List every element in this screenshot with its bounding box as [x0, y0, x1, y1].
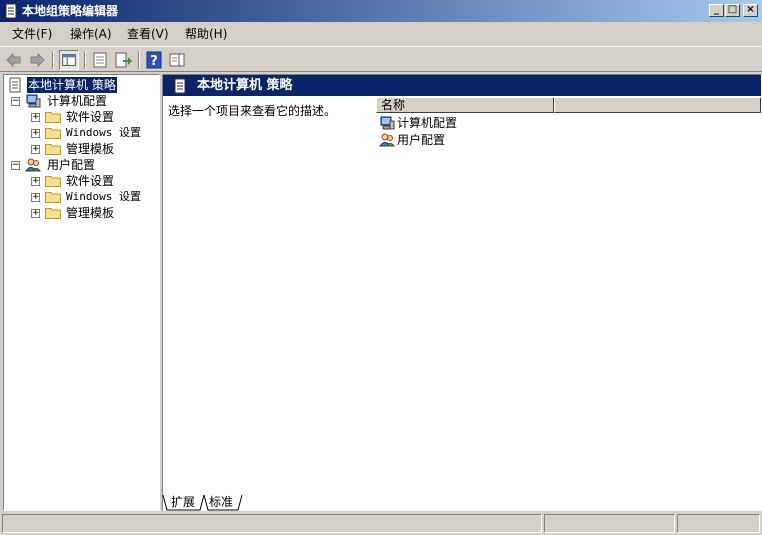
menu-bar: 文件(F) 操作(A) 查看(V) 帮助(H) [0, 23, 762, 45]
details-header: 本地计算机 策略 [163, 75, 761, 96]
column-header-name-label: 名称 [381, 98, 406, 112]
expand-toggle[interactable]: + [31, 177, 40, 186]
status-panel-main [2, 514, 542, 533]
maximize-icon: □ [727, 4, 738, 15]
window-title: 本地组策略编辑器 [22, 4, 119, 18]
menu-view[interactable]: 查看(V) [127, 27, 169, 41]
tree-label-user-config: 用户配置 [47, 158, 96, 172]
status-bar [0, 512, 762, 535]
tree-label-windows-settings: Windows 设置 [66, 126, 141, 139]
tree-label-software-settings: 软件设置 [66, 174, 115, 188]
tree-item-user-software[interactable]: + 软件设置 [4, 173, 154, 189]
expand-toggle[interactable]: + [31, 145, 40, 154]
forward-arrow-icon[interactable] [27, 50, 47, 70]
tab-extended[interactable]: 扩展 [171, 494, 195, 511]
column-header-description[interactable] [554, 97, 761, 113]
expand-toggle[interactable]: + [31, 113, 40, 122]
back-arrow-icon[interactable] [4, 50, 24, 70]
status-panel-secondary [544, 514, 675, 533]
tree-item-computer-software[interactable]: + 软件设置 [4, 109, 154, 125]
list-item-label: 用户配置 [397, 133, 446, 147]
toolbar-separator [52, 51, 54, 69]
toolbar-separator [138, 51, 140, 69]
show-hide-action-pane-icon[interactable] [167, 50, 187, 70]
tree-label-windows-settings: Windows 设置 [66, 190, 141, 203]
policy-document-icon [9, 77, 21, 93]
menu-action[interactable]: 操作(A) [70, 27, 112, 41]
tree-item-user-windows[interactable]: + Windows 设置 [4, 189, 154, 205]
folder-icon [45, 192, 61, 203]
folder-icon [45, 208, 61, 219]
minimize-button[interactable]: _ [709, 4, 724, 17]
status-panel-tertiary [677, 514, 760, 533]
properties-icon[interactable] [90, 50, 110, 70]
tree-label-software-settings: 软件设置 [66, 110, 115, 124]
collapse-toggle[interactable]: − [11, 97, 20, 106]
help-icon[interactable]: ? [144, 50, 164, 70]
toolbar-separator [84, 51, 86, 69]
menu-file[interactable]: 文件(F) [12, 27, 52, 41]
show-hide-tree-icon[interactable] [59, 50, 79, 70]
tree-label-computer-config: 计算机配置 [47, 94, 108, 108]
collapse-toggle[interactable]: − [11, 161, 20, 170]
tree-item-user-admin[interactable]: + 管理模板 [4, 205, 154, 221]
toolbar: ? [0, 46, 762, 72]
tree-label-admin-templates: 管理模板 [66, 206, 115, 220]
expand-toggle[interactable]: + [31, 193, 40, 202]
computer-icon [380, 116, 395, 130]
description-text: 选择一个项目来查看它的描述。 [168, 104, 337, 118]
menu-help[interactable]: 帮助(H) [185, 27, 227, 41]
tree-panel[interactable]: 本地计算机 策略 − 计算机配置 + 软件设置 + Windows 设置 + 管… [3, 74, 160, 511]
policy-document-icon [174, 78, 186, 94]
list-column-headers: 名称 [376, 97, 761, 113]
folder-icon [45, 128, 61, 139]
details-panel: 本地计算机 策略 选择一个项目来查看它的描述。 名称 计算机配置 用户配置 [162, 74, 762, 511]
details-title: 本地计算机 策略 [197, 78, 293, 93]
tree-item-computer-admin[interactable]: + 管理模板 [4, 141, 154, 157]
policy-document-icon [5, 3, 17, 19]
tree-label-admin-templates: 管理模板 [66, 142, 115, 156]
computer-icon [26, 94, 41, 108]
list-item-label: 计算机配置 [397, 116, 458, 130]
tree-item-user-config[interactable]: − 用户配置 [4, 157, 154, 173]
maximize-button[interactable]: □ [725, 4, 740, 17]
export-list-icon[interactable] [113, 50, 133, 70]
tree-item-root[interactable]: 本地计算机 策略 [7, 76, 157, 94]
tree-item-computer-config[interactable]: − 计算机配置 [4, 93, 154, 109]
expand-toggle[interactable]: + [31, 209, 40, 218]
expand-toggle[interactable]: + [31, 129, 40, 138]
column-header-name[interactable]: 名称 [376, 97, 554, 113]
tab-standard[interactable]: 标准 [209, 494, 233, 511]
folder-icon [45, 112, 61, 123]
minimize-icon: _ [714, 4, 719, 15]
svg-text:?: ? [150, 54, 158, 69]
view-tabs: 扩展 标准 [162, 494, 762, 512]
title-bar[interactable]: 本地组策略编辑器 _ □ × [0, 0, 762, 22]
users-icon [379, 133, 395, 147]
users-icon [25, 158, 41, 172]
close-icon: × [746, 4, 755, 15]
folder-icon [45, 176, 61, 187]
tree-label-root: 本地计算机 策略 [26, 76, 118, 94]
close-button[interactable]: × [743, 4, 758, 17]
tree-item-computer-windows[interactable]: + Windows 设置 [4, 125, 154, 141]
folder-icon [45, 144, 61, 155]
